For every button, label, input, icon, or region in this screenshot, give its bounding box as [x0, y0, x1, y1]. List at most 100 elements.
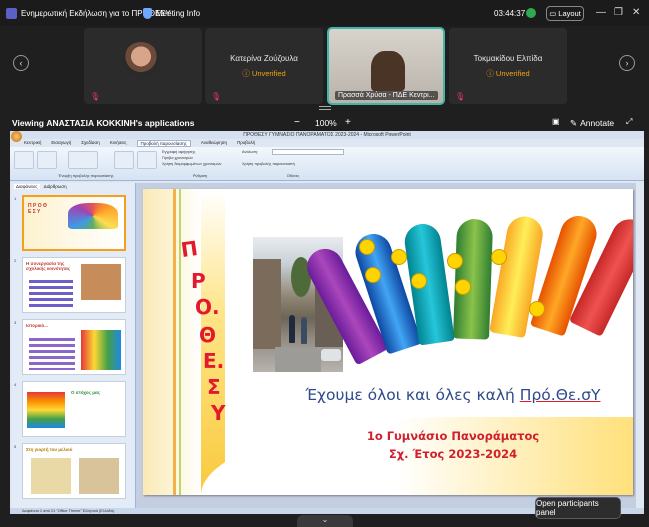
resize-handle[interactable] — [319, 106, 331, 110]
thumb-number: 5 — [14, 444, 17, 449]
participant-name: Τοκμακίδου Ελπίδα — [473, 54, 543, 63]
tab-slides[interactable]: Διαφάνειες — [14, 184, 40, 189]
pencils-clipart — [300, 209, 633, 379]
zoom-in-button[interactable]: + — [345, 117, 351, 128]
vertical-title-letter: Π — [179, 235, 200, 263]
panel-tabs: Διαφάνειες Διάρθρωση — [14, 184, 67, 189]
slide-thumbnail-4[interactable]: Ο στόχος μας — [22, 381, 126, 437]
popout-icon[interactable]: ▣ — [552, 117, 560, 126]
meeting-info-label: Meeting Info — [156, 9, 201, 18]
ribbon-item[interactable]: Χρήση διαμορφωμένων χρονισμών — [162, 162, 221, 166]
participant-tile-2[interactable]: Κατερίνα Ζούζουλα ⓘ Unverified 🎙 — [205, 28, 323, 104]
office-button-icon[interactable] — [11, 131, 22, 142]
thumb-chart — [29, 338, 75, 370]
ppt-tab[interactable]: Κεντρική — [24, 140, 41, 147]
participant-avatar — [123, 42, 159, 78]
slide-thumbnail-3[interactable]: Ιστορικό... — [22, 319, 126, 375]
meeting-info-button[interactable]: Meeting Info — [143, 8, 200, 19]
slide-headline: Έχουμε όλοι και όλες καλή Πρό.Θε.σΥ — [288, 386, 618, 404]
vertical-title-letter: Ε. — [203, 349, 225, 373]
title-bar: Ενημερωτική Εκδήλωση για το ΠΡΟΘΕΣΥ Meet… — [0, 0, 649, 26]
annotate-button[interactable]: ✎ Annotate — [570, 118, 614, 129]
ppt-ribbon-tabs: Κεντρική Εισαγωγή Σχεδίαση Κινήσεις Προβολή … — [24, 140, 255, 147]
vertical-title-letter: Ρ — [191, 269, 206, 293]
fullscreen-icon[interactable]: ⤢ — [626, 117, 632, 127]
smiley-icon — [455, 279, 471, 295]
mic-muted-icon: 🎙 — [90, 92, 101, 101]
smiley-icon — [411, 273, 427, 289]
viewing-label: Viewing ΑΝΑΣΤΑΣΙΑ ΚΟΚΚΙΝΗ's applications — [12, 118, 195, 128]
thumb-number: 1 — [14, 196, 17, 201]
vertical-title-letter: Θ — [199, 323, 217, 347]
slide-canvas[interactable]: Π Ρ Ο. Θ Ε. Σ Υ Έχουμε όλοι και όλες καλ… — [143, 189, 633, 495]
ppt-tab[interactable]: Προβολή — [237, 140, 255, 147]
layout-button[interactable]: ▭ Layout — [546, 6, 584, 21]
thumb-number: 3 — [14, 320, 17, 325]
participant-video-tile[interactable]: Πρασσά Χρύσα - ΠΔΕ Κεντρι... — [327, 27, 445, 105]
smiley-icon — [491, 249, 507, 265]
tab-outline[interactable]: Διάρθρωση — [44, 184, 67, 189]
slides-panel: Διαφάνειες Διάρθρωση 1 Π Ρ Ο Θ Ε Σ Υ 2 Η… — [12, 183, 136, 508]
participant-name: Κατερίνα Ζούζουλα — [230, 54, 298, 63]
ribbon-from-current-button[interactable] — [37, 151, 57, 169]
ribbon-item[interactable]: Εγγραφή αφήγησης — [162, 150, 195, 154]
school-year: Σχ. Έτος 2023-2024 — [388, 447, 518, 461]
smiley-icon — [359, 239, 375, 255]
participant-video — [371, 51, 405, 91]
ribbon-item[interactable]: Ανάλυση: — [242, 150, 258, 154]
decor-stripe — [173, 189, 176, 495]
thumb-title: Ο στόχος μας — [71, 390, 101, 395]
vertical-title-letter: Σ — [207, 375, 221, 399]
restore-button[interactable]: ❐ — [614, 7, 623, 18]
unverified-badge: ⓘ Unverified — [486, 69, 530, 78]
close-button[interactable]: ✕ — [632, 7, 640, 18]
slide-thumbnail-5[interactable]: Στη γιορτή του μελιού — [22, 443, 126, 499]
headline-acronym: Πρό.Θε.σΥ — [519, 386, 601, 404]
thumb-title: Π Ρ Ο Θ Ε Σ Υ — [28, 203, 47, 215]
unverified-label: Unverified — [495, 69, 530, 78]
photo-road — [275, 347, 321, 372]
thumb-number: 2 — [14, 258, 17, 263]
ribbon-hide-slide-button[interactable] — [137, 151, 157, 169]
shared-powerpoint: ΠΡΟΘΕΣΥ ΓΥΜΝΑΣΙΟ ΠΑΝΟΡΑΜΑΤΟΣ 2023-2024 -… — [10, 131, 644, 514]
shield-check-icon[interactable] — [526, 8, 536, 18]
next-participants-button[interactable]: › — [619, 55, 635, 71]
annotate-label: Annotate — [580, 118, 615, 128]
ppt-tab[interactable]: Αναθεώρηση — [201, 140, 227, 147]
ppt-tab[interactable]: Κινήσεις — [110, 140, 127, 147]
smiley-icon — [391, 249, 407, 265]
decor-band — [143, 189, 201, 495]
smiley-icon — [529, 301, 545, 317]
slide-thumbnail-2[interactable]: Η συνεργασία της σχολικής κοινότητας — [22, 257, 126, 313]
participant-tile-1[interactable]: 🎙 — [84, 28, 202, 104]
smiley-icon — [365, 267, 381, 283]
minimize-button[interactable]: — — [596, 7, 606, 18]
slide-thumbnail-1[interactable]: Π Ρ Ο Θ Ε Σ Υ — [22, 195, 126, 251]
smiley-icon — [447, 253, 463, 269]
layout-label: Layout — [558, 9, 581, 18]
annotate-icon: ✎ — [570, 118, 578, 128]
thumb-title: Η συνεργασία της σχολικής κοινότητας — [26, 261, 71, 271]
participant-tile-4[interactable]: Τοκμακίδου Ελπίδα ⓘ Unverified 🎙 — [449, 28, 567, 104]
ribbon-item[interactable]: Πρόβα χρονισμών — [162, 156, 193, 160]
prev-participants-button[interactable]: ‹ — [13, 55, 29, 71]
thumb-title: Ιστορικό... — [26, 323, 48, 328]
ribbon-setup-button[interactable] — [114, 151, 134, 169]
expand-controls-button[interactable]: ⌄ — [297, 515, 353, 527]
ribbon-custom-show-button[interactable] — [68, 151, 98, 169]
ribbon-from-beginning-button[interactable] — [14, 151, 34, 169]
participants-tooltip: Open participants panel — [535, 497, 621, 519]
ppt-tab[interactable]: Προβολή παρουσίασης — [136, 140, 191, 147]
teams-logo-icon — [6, 8, 17, 19]
thumb-chart — [29, 280, 73, 308]
ppt-tab[interactable]: Εισαγωγή — [51, 140, 71, 147]
ppt-tab[interactable]: Σχεδίαση — [81, 140, 100, 147]
pencils-mini-image — [68, 203, 118, 229]
resolution-dropdown[interactable] — [272, 149, 344, 155]
ribbon-group-label: Ρύθμιση — [192, 174, 208, 178]
thumb-photo — [81, 264, 121, 300]
zoom-out-button[interactable]: − — [294, 117, 300, 128]
thumb-photo — [31, 458, 71, 494]
thumb-pencils — [81, 330, 121, 370]
ribbon-item[interactable]: Χρήση προβολής παρουσιαστή — [242, 162, 295, 166]
